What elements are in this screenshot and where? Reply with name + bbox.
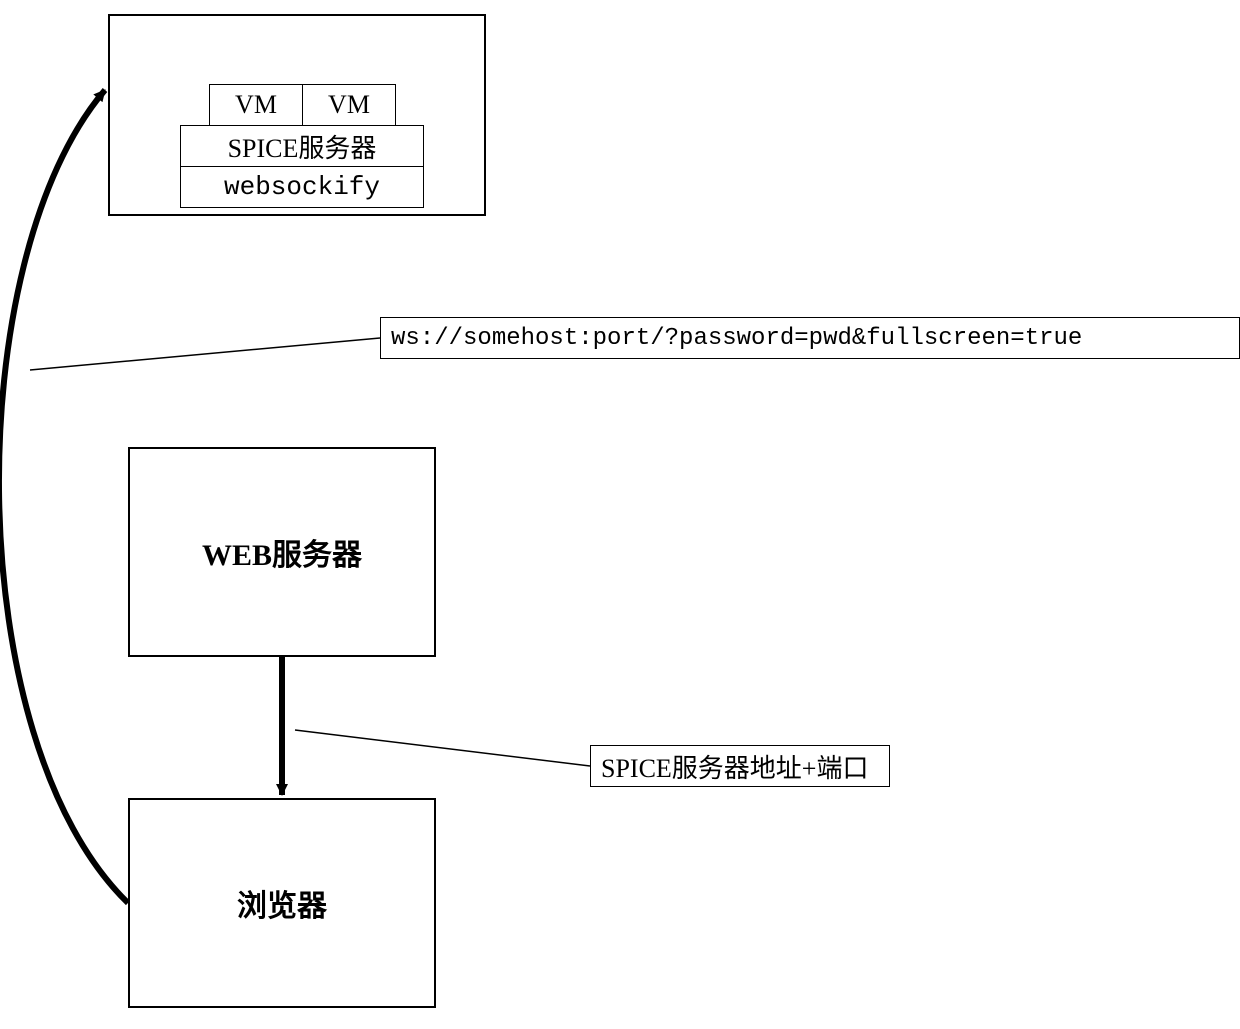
spice-addr-text: SPICE服务器地址+端口 — [601, 748, 868, 785]
web-server-label-wrap: WEB服务器 — [128, 447, 436, 657]
spice-server-cell: SPICE服务器 — [180, 125, 424, 167]
websockify-cell: websockify — [180, 166, 424, 208]
leader-ws — [30, 338, 380, 370]
web-server-label: WEB服务器 — [202, 530, 362, 574]
ws-url-callout: ws://somehost:port/?password=pwd&fullscr… — [380, 317, 1240, 359]
browser-label-wrap: 浏览器 — [128, 798, 436, 1008]
vm1-label: VM — [235, 90, 277, 120]
vm-cell-2: VM — [302, 84, 396, 126]
vm-cell-1: VM — [209, 84, 303, 126]
spice-server-label: SPICE服务器 — [228, 128, 377, 165]
browser-label: 浏览器 — [237, 881, 327, 925]
vm2-label: VM — [328, 90, 370, 120]
spice-addr-callout: SPICE服务器地址+端口 — [590, 745, 890, 787]
diagram-canvas: VM VM SPICE服务器 websockify WEB服务器 浏览器 ws:… — [0, 0, 1240, 1029]
websockify-label: websockify — [224, 172, 380, 202]
ws-url-text: ws://somehost:port/?password=pwd&fullscr… — [391, 325, 1082, 352]
leader-addr — [295, 730, 590, 766]
